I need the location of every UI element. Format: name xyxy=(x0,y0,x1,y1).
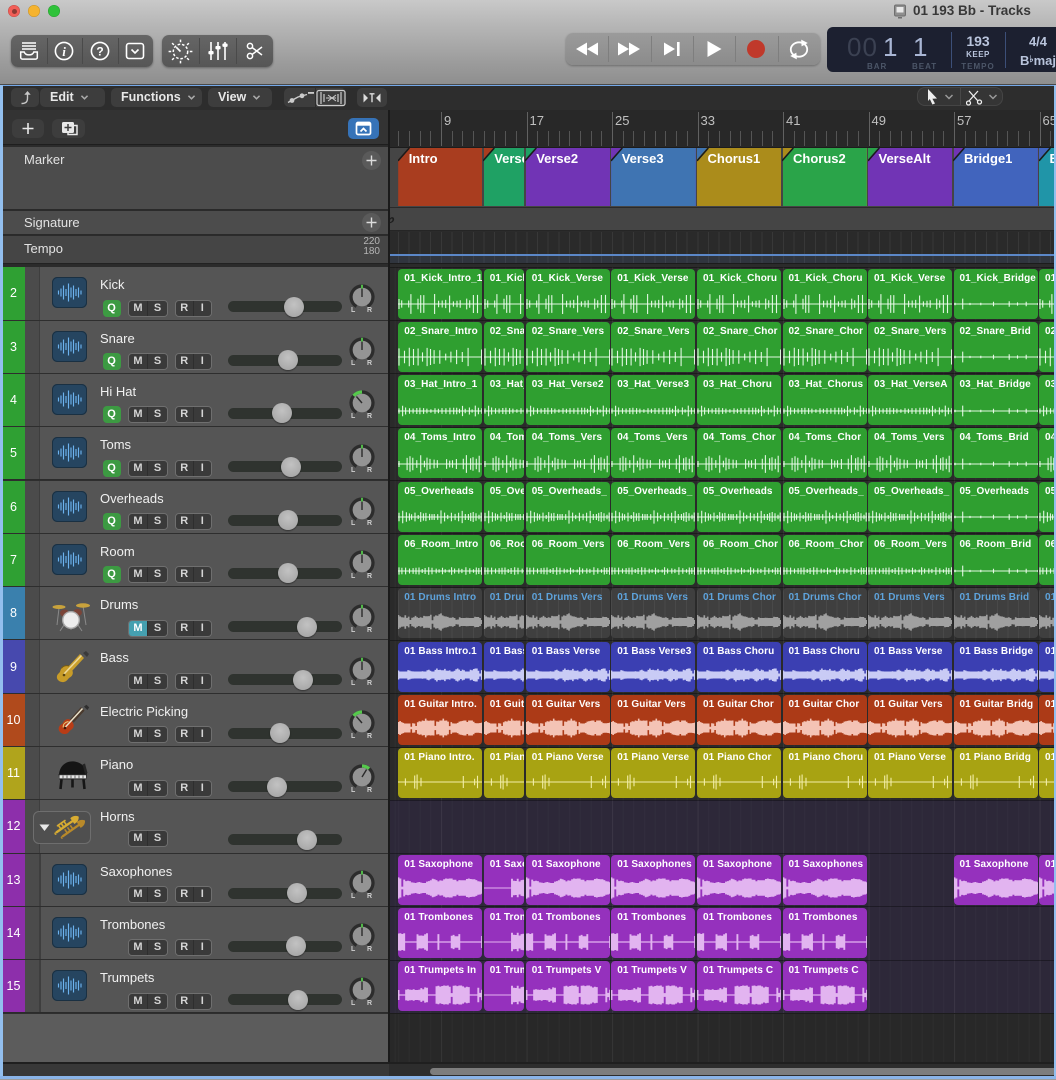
svg-text:i: i xyxy=(62,44,66,59)
svg-text:?: ? xyxy=(96,45,103,59)
